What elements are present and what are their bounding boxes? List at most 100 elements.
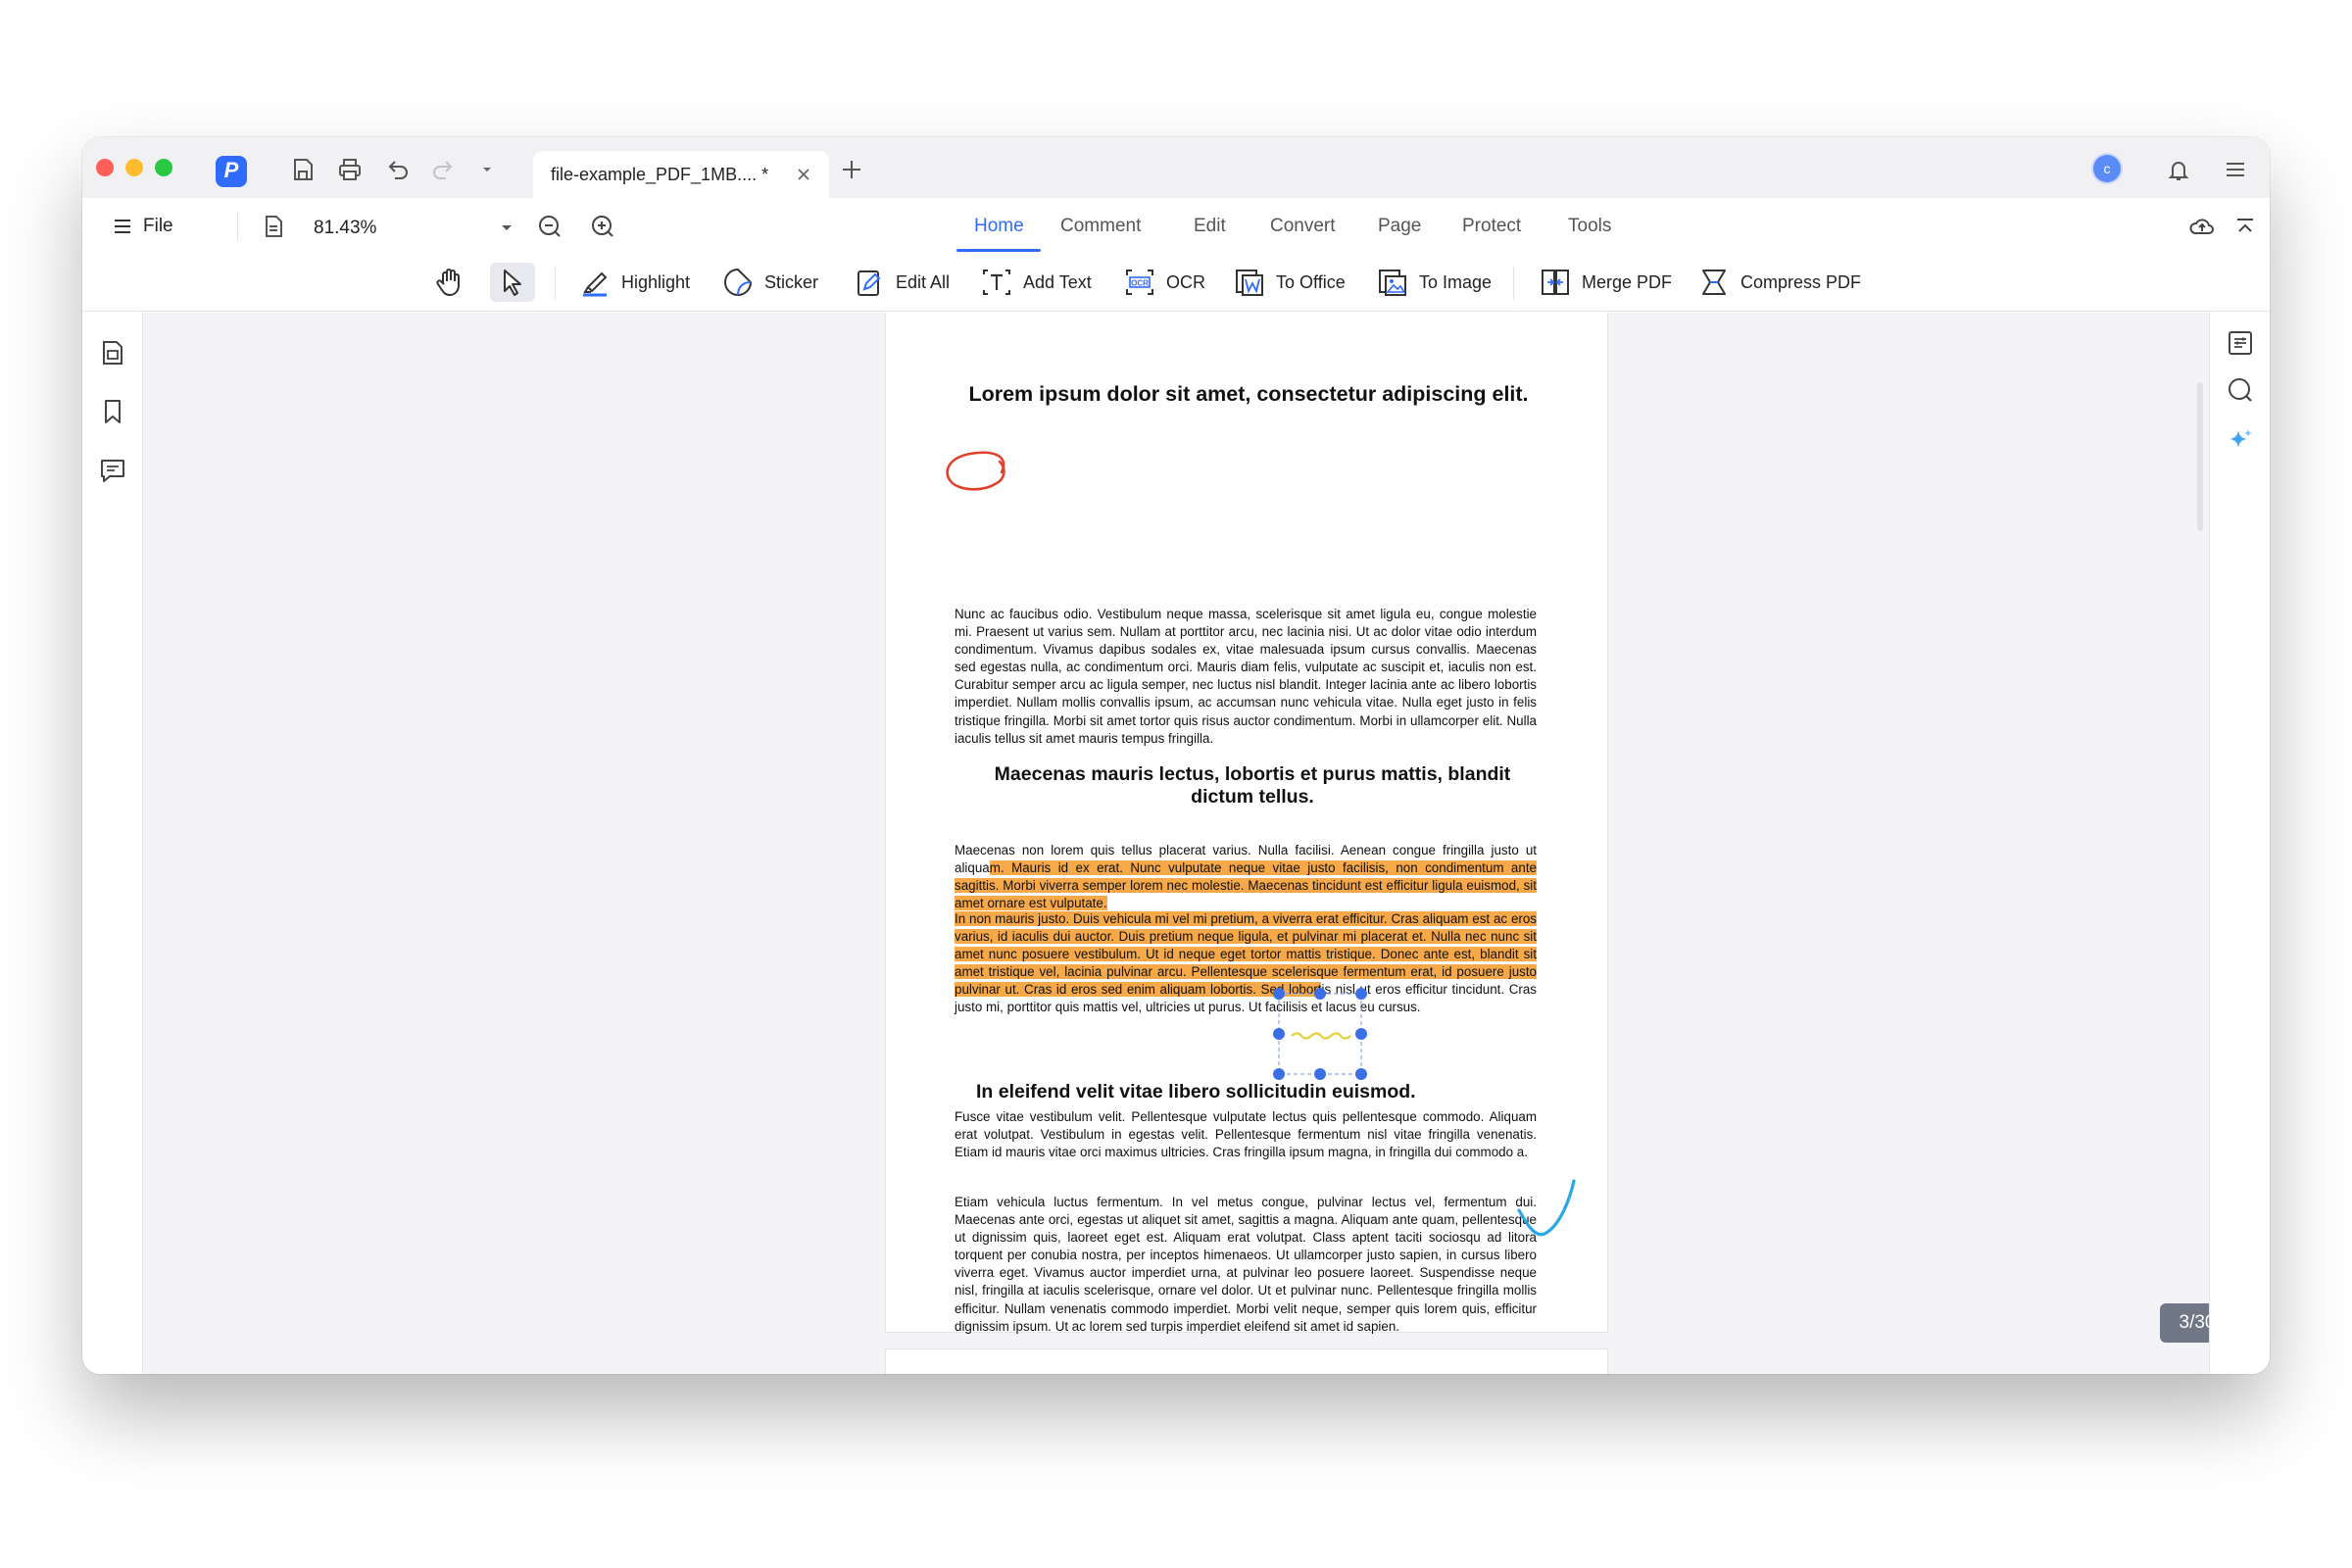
- print-icon[interactable]: [335, 155, 365, 184]
- bell-icon[interactable]: [2164, 155, 2193, 184]
- highlighter-icon: [583, 271, 608, 297]
- highlight-button[interactable]: Highlight: [578, 263, 690, 302]
- resize-handle: [1314, 1068, 1326, 1080]
- hand-tool-button[interactable]: [433, 263, 466, 302]
- add-text-button[interactable]: Add Text: [980, 263, 1092, 302]
- zoom-level[interactable]: 81.43%: [314, 218, 376, 239]
- page-indicator[interactable]: 3/30: [2160, 1303, 2209, 1343]
- divider: [1513, 267, 1514, 300]
- edit-all-label: Edit All: [896, 271, 951, 292]
- compress-pdf-label: Compress PDF: [1740, 271, 1862, 292]
- merge-pdf-label: Merge PDF: [1582, 271, 1673, 292]
- tab-tools[interactable]: Tools: [1568, 216, 1611, 237]
- select-tool-button[interactable]: [490, 263, 535, 302]
- edit-icon: [858, 270, 881, 296]
- resize-handle: [1314, 988, 1326, 1000]
- resize-handle: [1355, 1028, 1367, 1040]
- cursor-icon: [504, 270, 521, 296]
- zoom-dropdown-icon[interactable]: [492, 214, 521, 243]
- merge-pdf-button[interactable]: Merge PDF: [1539, 263, 1672, 302]
- circle-annotation: [946, 451, 1005, 491]
- resize-handle: [1355, 1068, 1367, 1080]
- hand-icon: [436, 269, 460, 296]
- tab-comment[interactable]: Comment: [1060, 216, 1141, 237]
- sticker-icon: [724, 268, 753, 296]
- collapse-toolbar-icon[interactable]: [2230, 212, 2260, 241]
- tab-title: file-example_PDF_1MB.... *: [551, 165, 769, 184]
- svg-text:OCR: OCR: [1131, 279, 1149, 288]
- search-icon[interactable]: [2226, 375, 2255, 405]
- tab-edit[interactable]: Edit: [1194, 216, 1226, 237]
- right-sidebar: [2209, 313, 2270, 1374]
- undo-icon[interactable]: [382, 155, 412, 184]
- bookmark-icon[interactable]: [98, 397, 127, 426]
- menu-icon[interactable]: [2221, 155, 2250, 184]
- app-window: P file-example_PDF_1MB.... * c File 81.4…: [82, 137, 2270, 1374]
- hamburger-icon: [115, 220, 130, 233]
- active-tab-indicator: [956, 249, 1041, 252]
- to-image-button[interactable]: To Image: [1376, 263, 1492, 302]
- resize-handle: [1355, 988, 1367, 1000]
- annotation-layer: [946, 451, 1576, 1237]
- resize-handle: [1273, 988, 1285, 1000]
- add-text-label: Add Text: [1023, 271, 1092, 292]
- check-annotation: [1517, 1179, 1576, 1237]
- divider: [237, 212, 238, 241]
- thumbnail-icon[interactable]: [98, 338, 127, 368]
- compress-icon: [1702, 270, 1726, 295]
- zoom-in-icon[interactable]: [588, 212, 617, 241]
- app-logo-glyph: P: [223, 158, 239, 182]
- quick-access-dropdown-icon[interactable]: [472, 155, 502, 184]
- edit-all-button[interactable]: Edit All: [853, 263, 950, 302]
- sticker-label: Sticker: [764, 271, 819, 292]
- avatar[interactable]: c: [2093, 155, 2121, 182]
- redo-icon[interactable]: [429, 155, 459, 184]
- word-doc-icon: [1236, 270, 1263, 296]
- page-view-icon[interactable]: [259, 212, 288, 241]
- resize-handle: [1273, 1068, 1285, 1080]
- avatar-initial: c: [2103, 161, 2111, 176]
- close-window-button[interactable]: [96, 159, 114, 176]
- ocr-label: OCR: [1166, 271, 1205, 292]
- highlight-label: Highlight: [621, 271, 691, 292]
- properties-icon[interactable]: [2226, 328, 2255, 358]
- tab-convert[interactable]: Convert: [1270, 216, 1336, 237]
- app-logo[interactable]: P: [216, 156, 247, 187]
- ocr-icon: OCR: [1126, 270, 1153, 295]
- new-tab-icon[interactable]: [837, 155, 866, 184]
- document-tab[interactable]: file-example_PDF_1MB.... *: [533, 151, 829, 198]
- comment-icon[interactable]: [98, 456, 127, 485]
- file-menu-button[interactable]: File: [112, 212, 173, 241]
- to-office-button[interactable]: To Office: [1233, 263, 1346, 302]
- scrollbar-thumb[interactable]: [2197, 382, 2203, 531]
- title-bar: P file-example_PDF_1MB.... * c: [82, 137, 2270, 198]
- squiggle-annotation: [1291, 1032, 1351, 1040]
- menu-row: File 81.43% Home Comment Edit Convert Pa…: [82, 198, 2270, 255]
- left-sidebar: [82, 313, 143, 1374]
- file-label: File: [143, 216, 173, 236]
- ocr-button[interactable]: OCR OCR: [1123, 263, 1205, 302]
- ai-sparkle-icon[interactable]: [2226, 426, 2255, 456]
- tab-home[interactable]: Home: [974, 216, 1024, 237]
- sticker-button[interactable]: Sticker: [721, 263, 818, 302]
- pdf-page: Lorem ipsum dolor sit amet, consectetur …: [886, 313, 1607, 1334]
- add-text-icon: [983, 270, 1010, 295]
- minimize-window-button[interactable]: [125, 159, 143, 176]
- tab-page[interactable]: Page: [1378, 216, 1421, 237]
- save-icon[interactable]: [288, 155, 318, 184]
- document-canvas[interactable]: Lorem ipsum dolor sit amet, consectetur …: [143, 313, 2209, 1374]
- zoom-out-icon[interactable]: [535, 212, 564, 241]
- divider: [555, 267, 556, 300]
- cloud-upload-icon[interactable]: [2187, 212, 2217, 241]
- to-image-label: To Image: [1419, 271, 1493, 292]
- resize-handle: [1273, 1028, 1285, 1040]
- close-tab-icon[interactable]: [792, 163, 815, 186]
- tab-protect[interactable]: Protect: [1462, 216, 1521, 237]
- to-office-label: To Office: [1276, 271, 1346, 292]
- merge-icon: [1542, 270, 1569, 295]
- maximize-window-button[interactable]: [155, 159, 172, 176]
- image-icon: [1379, 270, 1406, 296]
- home-toolbar: Highlight Sticker Edit All Add Text OCR …: [82, 255, 2270, 312]
- pdf-page-next: [886, 1349, 1607, 1374]
- compress-pdf-button[interactable]: Compress PDF: [1697, 263, 1861, 302]
